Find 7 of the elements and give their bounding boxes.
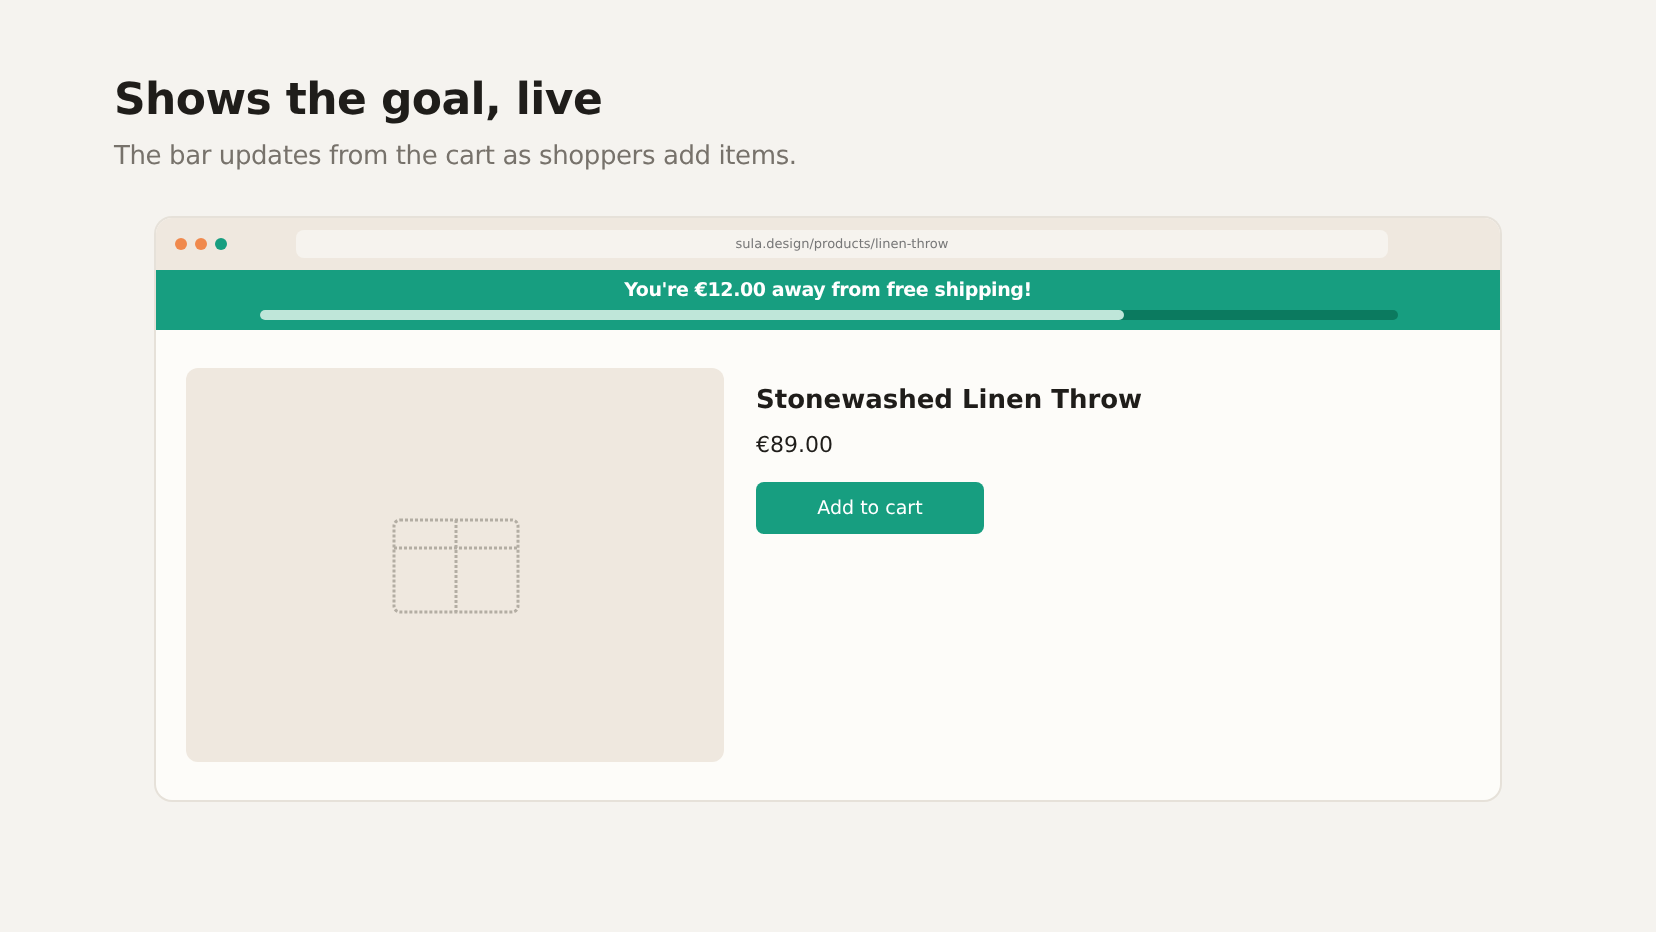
window-controls-icon[interactable] — [174, 235, 230, 252]
slide-heading: Shows the goal, live — [114, 76, 605, 126]
add-to-cart-button[interactable]: Add to cart — [756, 482, 984, 534]
product-name: Stonewashed Linen Throw — [756, 386, 1143, 416]
slide-subtitle: The bar updates from the cart as shoppers add items. — [114, 142, 799, 172]
product-price: €89.00 — [756, 432, 833, 458]
shipping-message: You're €12.00 away from free shipping! — [624, 279, 1032, 301]
